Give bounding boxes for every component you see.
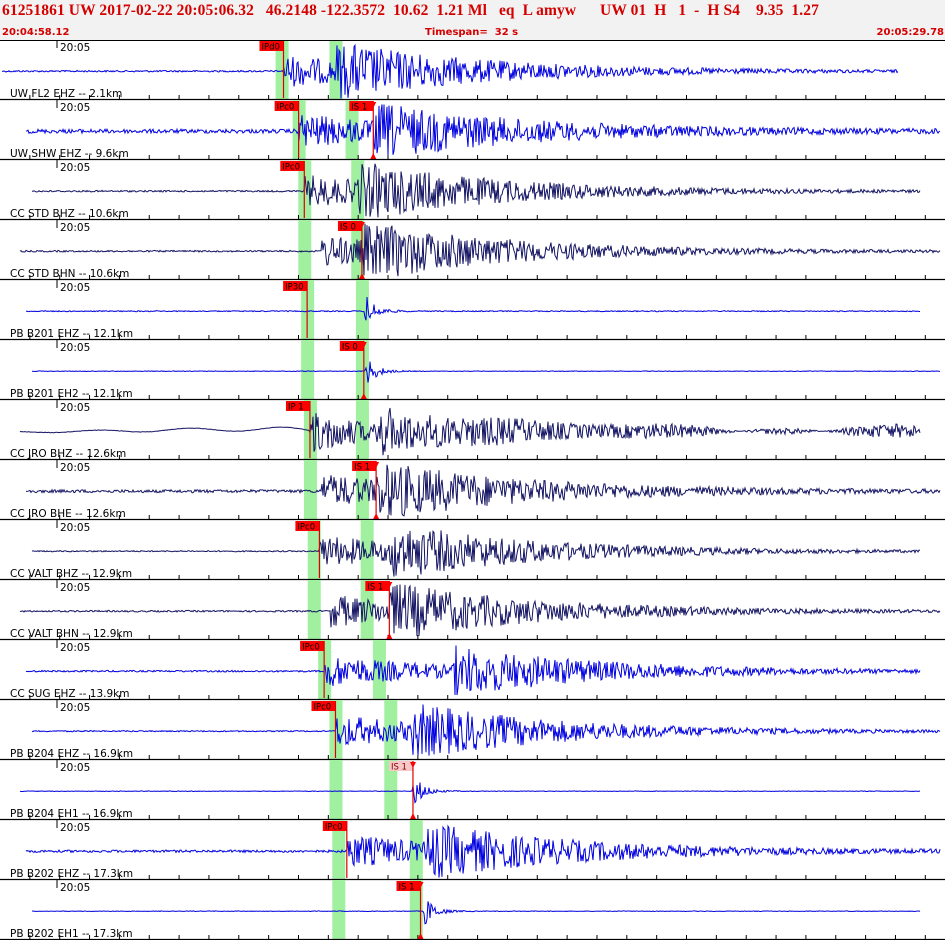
trace-time-label: 20:05 <box>60 102 90 114</box>
pick-label: IPc0 <box>302 643 320 653</box>
pick-label: IPc0 <box>282 163 300 173</box>
trace-panel[interactable]: IS 1 20:05 CC JRO BHE -- 12.6km <box>0 460 945 521</box>
trace-panel[interactable]: IPc0 20:05 CC SUG EHZ -- 13.9km <box>0 640 945 701</box>
trace-panel[interactable]: IS 1 20:05 PB B204 EH1 -- 16.9km <box>0 760 945 821</box>
station-label: CC STD BHZ -- 10.6km <box>10 208 129 220</box>
trace-panel[interactable]: IP30 20:05 PB B201 EHZ -- 12.1km <box>0 280 945 341</box>
seismic-waveform <box>25 104 941 156</box>
seismic-waveform <box>1 43 899 99</box>
pick-label: IS 1 <box>391 763 407 773</box>
station-label: PB B204 EHZ -- 16.9km <box>10 748 133 760</box>
analysis-window-band <box>332 880 346 940</box>
seismic-waveform <box>19 782 921 804</box>
trace-panel[interactable]: IS 0 20:05 PB B201 EH2 -- 12.1km <box>0 340 945 401</box>
station-label: CC STD BHN -- 10.6km <box>10 268 129 280</box>
trace-panel[interactable]: IP 1 20:05 CC JRO BHZ -- 12.6km <box>0 400 945 461</box>
analysis-window-band <box>301 340 315 400</box>
station-label: PB B201 EHZ -- 12.1km <box>10 328 133 340</box>
trace-panel[interactable]: IS 1 20:05 CC VALT BHN -- 12.9km <box>0 580 945 641</box>
station-label: PB B202 EHZ -- 17.3km <box>10 868 133 880</box>
event-summary-title: 61251861 UW 2017-02-22 20:05:06.32 46.21… <box>2 2 819 19</box>
trace-time-label: 20:05 <box>60 162 90 174</box>
pick-label: IS 1 <box>354 463 370 473</box>
pick-label: IPc0 <box>297 523 315 533</box>
pick-label: IS 0 <box>340 223 356 233</box>
pick-label: IS 1 <box>367 583 383 593</box>
analysis-window-band <box>355 280 369 340</box>
trace-panel[interactable]: IPc0 20:05 CC STD BHZ -- 10.6km <box>0 160 945 221</box>
pick-marker-triangle <box>370 153 377 159</box>
trace-panel[interactable]: IPd0 20:05 UW FL2 EHZ -- 2.1km <box>0 40 945 101</box>
trace-panel[interactable]: IPc0 20:05 PB B204 EHZ -- 16.9km <box>0 700 945 761</box>
trace-time-label: 20:05 <box>60 402 90 414</box>
seismic-waveform <box>32 163 921 218</box>
trace-time-label: 20:05 <box>60 522 90 534</box>
station-label: CC VALT BHZ -- 12.9km <box>10 568 132 580</box>
station-label: CC JRO BHZ -- 12.6km <box>10 448 126 460</box>
analysis-window-band <box>307 580 321 640</box>
seismogram-panels[interactable]: IPd0 20:05 UW FL2 EHZ -- 2.1km IPc0 IS 1 20:0… <box>0 40 945 940</box>
analysis-window-band <box>298 220 312 280</box>
pick-label: IS 0 <box>342 343 358 353</box>
trace-panel[interactable]: IPc0 20:05 PB B202 EHZ -- 17.3km <box>0 820 945 881</box>
pick-label: IPc0 <box>325 823 343 833</box>
pick-label: IS 1 <box>399 883 415 893</box>
seismic-waveform <box>19 407 921 456</box>
seismic-waveform <box>31 704 941 756</box>
window-end-time: 20:05:29.78 <box>876 27 944 38</box>
station-label: CC JRO BHE -- 12.6km <box>10 508 126 520</box>
waveform-canvas[interactable]: IPd0 20:05 UW FL2 EHZ -- 2.1km IPc0 IS 1 20:0… <box>0 40 945 940</box>
trace-panel[interactable]: IS 1 20:05 PB B202 EH1 -- 17.3km <box>0 880 945 940</box>
analysis-window-band <box>329 760 343 820</box>
analysis-window-band <box>360 520 374 580</box>
station-label: UW SHW EHZ -- 9.6km <box>10 148 129 160</box>
timespan-label: Timespan= 32 s <box>425 27 519 38</box>
seismic-waveform <box>25 296 920 321</box>
seismic-waveform <box>19 223 941 277</box>
trace-time-label: 20:05 <box>60 42 90 54</box>
trace-panel[interactable]: IS 0 20:05 CC STD BHN -- 10.6km <box>0 220 945 281</box>
trace-time-label: 20:05 <box>60 702 90 714</box>
pick-marker-triangle <box>386 633 393 639</box>
pick-label: IPd0 <box>262 43 280 53</box>
station-label: UW FL2 EHZ -- 2.1km <box>10 88 122 100</box>
trace-time-label: 20:05 <box>60 462 90 474</box>
station-label: PB B202 EH1 -- 17.3km <box>10 928 133 940</box>
trace-time-label: 20:05 <box>60 642 90 654</box>
pick-marker-triangle <box>373 513 380 519</box>
trace-time-label: 20:05 <box>60 222 90 234</box>
seismic-waveform <box>19 584 941 637</box>
pick-label: IPc0 <box>277 103 295 113</box>
station-label: PB B204 EH1 -- 16.9km <box>10 808 133 820</box>
trace-time-label: 20:05 <box>60 342 90 354</box>
station-label: CC VALT BHN -- 12.9km <box>10 628 133 640</box>
pick-label: IP30 <box>285 283 303 293</box>
event-header: 61251861 UW 2017-02-22 20:05:06.32 46.21… <box>0 0 945 40</box>
trace-panel[interactable]: IPc0 IS 1 20:05 UW SHW EHZ -- 9.6km <box>0 100 945 161</box>
seismic-waveform <box>32 361 941 383</box>
pick-marker-triangle <box>409 813 416 819</box>
pick-label: IS 1 <box>351 103 367 113</box>
trace-time-label: 20:05 <box>60 762 90 774</box>
pick-label: IP 1 <box>288 403 304 413</box>
trace-time-label: 20:05 <box>60 882 90 894</box>
trace-time-label: 20:05 <box>60 582 90 594</box>
seismic-waveform <box>31 530 921 577</box>
seismic-waveform <box>25 464 941 517</box>
trace-time-label: 20:05 <box>60 282 90 294</box>
seismic-waveform <box>31 901 921 925</box>
trace-panel[interactable]: IPc0 20:05 CC VALT BHZ -- 12.9km <box>0 520 945 581</box>
analysis-window-band <box>355 400 369 460</box>
seismic-waveform <box>25 824 941 878</box>
station-label: CC SUG EHZ -- 13.9km <box>10 688 130 700</box>
pick-label: IPc0 <box>313 703 331 713</box>
station-label: PB B201 EH2 -- 12.1km <box>10 388 133 400</box>
window-start-time: 20:04:58.12 <box>2 27 70 38</box>
seismic-waveform <box>25 645 921 696</box>
trace-time-label: 20:05 <box>60 822 90 834</box>
